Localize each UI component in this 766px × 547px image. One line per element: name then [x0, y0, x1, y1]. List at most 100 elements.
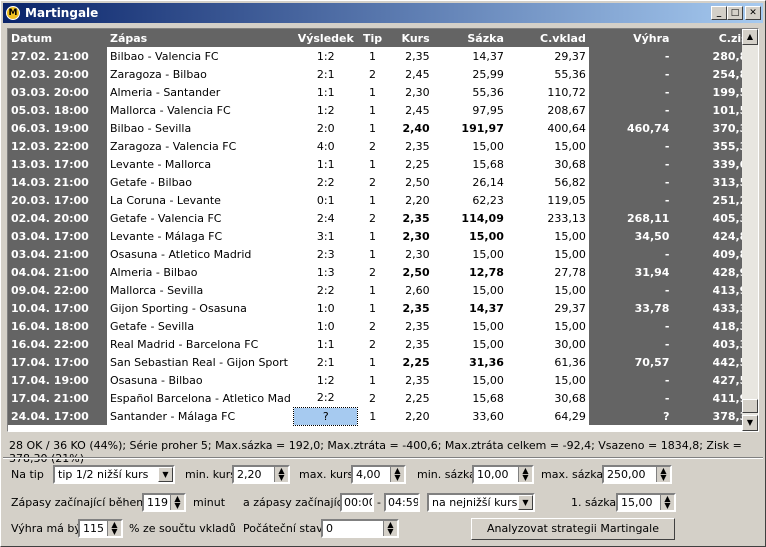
cell-kurs: 2,35: [387, 47, 433, 65]
cell-zapas: Levante - Málaga FC: [106, 227, 294, 245]
table-row[interactable]: 04.04. 21:00 Almeria - Bilbao 1:3 2 2,50 12,7…: [8, 263, 758, 281]
cell-cvklad: 15,00: [506, 371, 589, 389]
table-row[interactable]: 17.04. 21:00 Español Barcelona - Atletico…: [8, 389, 758, 407]
table-row[interactable]: 17.04. 17:00 San Sebastian Real - Gijon S…: [8, 353, 758, 371]
table-row[interactable]: 16.04. 22:00 Real Madrid - Barcelona FC 1:…: [8, 335, 758, 353]
pocatecni-label: Počáteční stav: [243, 522, 323, 535]
vyhra-percent-input[interactable]: 115 ▲ ▼: [78, 519, 123, 538]
cell-datum: 27.02. 21:00: [8, 47, 107, 65]
a-zapasy-label: a zápasy začínající: [243, 496, 346, 509]
table-row[interactable]: 05.03. 18:00 Mallorca - Valencia FC 1:2 1 2,…: [8, 101, 758, 119]
cell-sazka: 55,36: [432, 83, 507, 101]
table-row[interactable]: 24.04. 17:00 Santander - Málaga FC? 1 2,20 3…: [8, 406, 758, 426]
vertical-scrollbar[interactable]: ▲ ▼: [742, 29, 758, 431]
cell-cvklad: 29,37: [506, 299, 589, 317]
cell-sazka: 114,09: [432, 209, 507, 227]
column-header[interactable]: Kurs: [387, 29, 433, 47]
min-sazka-input[interactable]: 10,00 ▲ ▼: [472, 465, 534, 484]
column-header[interactable]: Zápas: [106, 29, 294, 47]
cell-zapas: Getafe - Valencia FC: [106, 209, 294, 227]
cell-sazka: 15,00: [432, 281, 507, 299]
maximize-button[interactable]: □: [727, 6, 743, 20]
cell-vysledek: 4:0: [293, 137, 358, 155]
cell-vysledek: 1:0: [293, 317, 358, 335]
prvni-sazka-input[interactable]: 15,00 ▲ ▼: [616, 493, 676, 512]
cell-sazka: 15,00: [432, 227, 507, 245]
spin-icon[interactable]: ▲ ▼: [390, 467, 404, 482]
chevron-down-icon[interactable]: ▼: [518, 495, 533, 510]
cell-kurs: 2,50: [387, 173, 433, 191]
min-kurs-input[interactable]: 2,20 ▲ ▼: [232, 465, 290, 484]
kurs-mode-select[interactable]: na nejnižší kurs ▼: [427, 493, 535, 512]
table-row[interactable]: 27.02. 21:00 Bilbao - Valencia FC 1:2 1 2,35…: [8, 47, 758, 65]
max-kurs-input[interactable]: 4,00 ▲ ▼: [351, 465, 406, 484]
pocatecni-input[interactable]: 0 ▲ ▼: [321, 519, 399, 538]
table-row[interactable]: 14.03. 21:00 Getafe - Bilbao 2:2 2 2,50 26,14…: [8, 173, 758, 191]
cell-kurs: 2,50: [387, 263, 433, 281]
cell-zapas: Almeria - Santander: [106, 83, 294, 101]
cell-cvklad: 64,29: [506, 407, 589, 425]
cell-kurs: 2,20: [387, 191, 433, 209]
table-row[interactable]: 03.04. 21:00 Osasuna - Atletico Madrid 2:3…: [8, 245, 758, 263]
scroll-thumb[interactable]: [742, 399, 758, 413]
minimize-button[interactable]: _: [711, 6, 727, 20]
table-row[interactable]: 02.03. 20:00 Zaragoza - Bilbao 2:1 2 2,45 25,…: [8, 65, 758, 83]
cell-sazka: 15,00: [432, 335, 507, 353]
cell-kurs: 2,45: [387, 65, 433, 83]
column-header[interactable]: Výsledek: [293, 29, 358, 47]
cell-cvklad: 15,00: [506, 281, 589, 299]
cell-datum: 16.04. 18:00: [8, 317, 107, 335]
spin-icon[interactable]: ▲ ▼: [656, 467, 670, 482]
cell-tip: 1: [357, 155, 388, 173]
spin-icon[interactable]: ▲ ▼: [518, 467, 532, 482]
column-header[interactable]: Sázka: [432, 29, 507, 47]
column-header[interactable]: Tip: [357, 29, 388, 47]
spin-icon[interactable]: ▲ ▼: [660, 495, 674, 510]
max-sazka-input[interactable]: 250,00 ▲ ▼: [602, 465, 672, 484]
table-row[interactable]: 13.03. 17:00 Levante - Mallorca 1:1 1 2,25 15…: [8, 155, 758, 173]
time-to-value: 04:59: [388, 496, 420, 509]
cell-tip: 2: [357, 335, 388, 353]
na-tip-select[interactable]: tip 1/2 nižší kurs ▼: [53, 465, 175, 484]
cell-zapas: Real Madrid - Barcelona FC: [106, 335, 294, 353]
pocatecni-value: 0: [326, 522, 333, 535]
scroll-up-icon[interactable]: ▲: [742, 29, 758, 45]
cell-vysledek: 2:2: [293, 173, 358, 191]
spin-icon[interactable]: ▲ ▼: [170, 495, 184, 510]
table-row[interactable]: 09.04. 22:00 Mallorca - Sevilla 2:2 1 2,60 15…: [8, 281, 758, 299]
time-from-input[interactable]: 00:00: [340, 493, 374, 512]
cell-sazka: 191,97: [432, 119, 507, 137]
spin-icon[interactable]: ▲ ▼: [274, 467, 288, 482]
table-row[interactable]: 16.04. 18:00 Getafe - Sevilla 1:0 2 2,35 15,0…: [8, 317, 758, 335]
table-row[interactable]: 20.03. 17:00 La Coruna - Levante 0:1 1 2,20 6…: [8, 191, 758, 209]
analyze-button[interactable]: Analyzovat strategii Martingale: [471, 518, 675, 540]
table-row[interactable]: 17.04. 19:00 Osasuna - Bilbao 1:2 1 2,35 15,0…: [8, 371, 758, 389]
table-row[interactable]: 10.04. 17:00 Gijon Sporting - Osasuna 1:0 1…: [8, 299, 758, 317]
table-row[interactable]: 12.03. 22:00 Zaragoza - Valencia FC 4:0 2 2,…: [8, 137, 758, 155]
table-row[interactable]: 06.03. 19:00 Bilbao - Sevilla 2:0 1 2,40 191,…: [8, 119, 758, 137]
na-tip-label: Na tip: [11, 468, 44, 481]
cell-vysledek: 1:2: [293, 371, 358, 389]
column-header[interactable]: Výhra: [588, 29, 673, 47]
scroll-down-icon[interactable]: ▼: [742, 415, 758, 431]
zapasy-minutes-input[interactable]: 119 ▲ ▼: [142, 493, 186, 512]
table-row[interactable]: 03.03. 20:00 Almeria - Santander 1:1 1 2,30 5…: [8, 83, 758, 101]
na-tip-value: tip 1/2 nižší kurs: [58, 468, 149, 481]
table-row[interactable]: 02.04. 20:00 Getafe - Valencia FC 2:4 2 2,35…: [8, 209, 758, 227]
cell-tip: 1: [357, 119, 388, 137]
cell-datum: 03.03. 20:00: [8, 83, 107, 101]
column-header[interactable]: C.vklad: [506, 29, 589, 47]
chevron-down-icon[interactable]: ▼: [158, 467, 173, 482]
table-row[interactable]: 03.04. 17:00 Levante - Málaga FC 3:1 1 2,30 1…: [8, 227, 758, 245]
cell-zapas: Levante - Mallorca: [106, 155, 294, 173]
time-to-input[interactable]: 04:59: [384, 493, 420, 512]
cell-vyhra: -: [588, 191, 673, 209]
column-header[interactable]: Datum: [8, 29, 107, 47]
title-bar[interactable]: M Martingale _ □ ✕: [3, 3, 763, 23]
spin-icon[interactable]: ▲ ▼: [107, 521, 121, 536]
close-button[interactable]: ✕: [745, 6, 761, 20]
cell-cvklad: 15,00: [506, 227, 589, 245]
spin-icon[interactable]: ▲ ▼: [383, 521, 397, 536]
bets-grid[interactable]: Datum Zápas Výsledek Tip Kurs Sázka C.vklad Výh…: [7, 28, 759, 432]
cell-kurs: 2,25: [387, 155, 433, 173]
